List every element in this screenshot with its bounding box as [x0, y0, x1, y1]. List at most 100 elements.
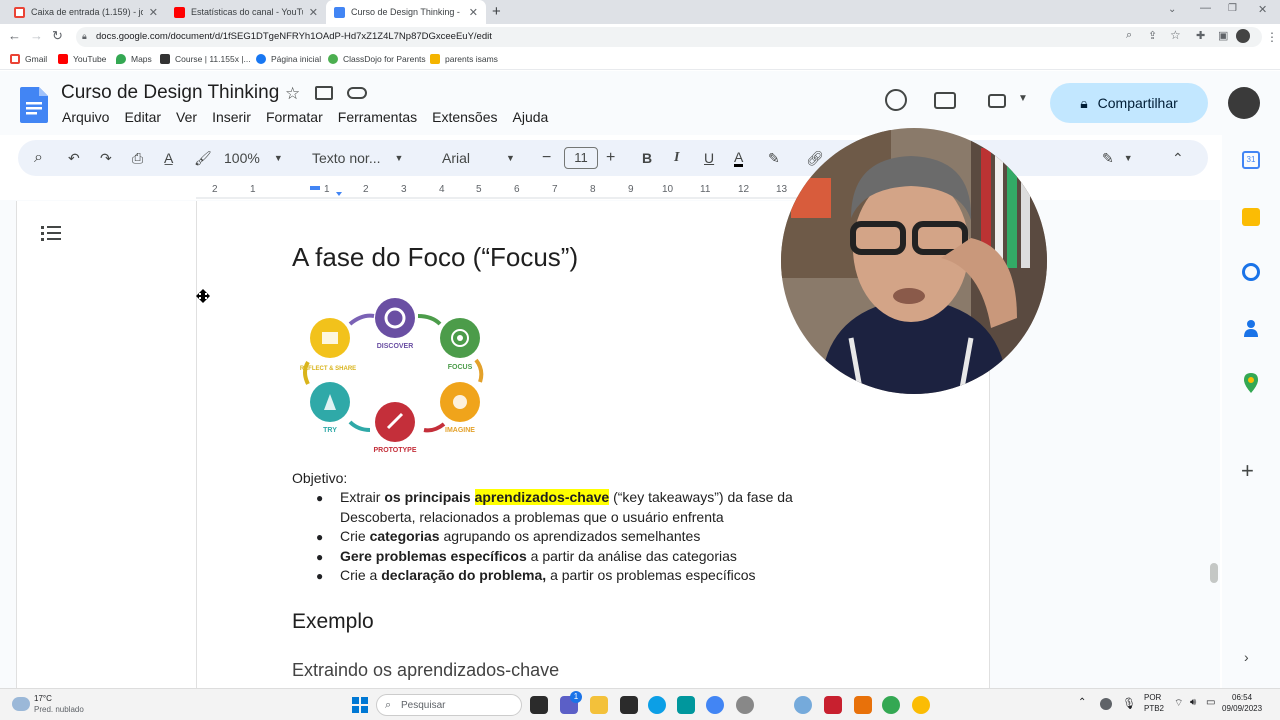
bullet-4[interactable]: Crie a declaração do problema, a partir …: [340, 567, 756, 583]
chrome-icon[interactable]: [706, 696, 724, 714]
expand-panel-icon[interactable]: ›: [1244, 649, 1249, 665]
new-tab-icon[interactable]: +: [492, 3, 501, 20]
arduino-icon[interactable]: [677, 696, 695, 714]
spellcheck-icon[interactable]: A̲: [164, 140, 173, 176]
bookmark-gmail[interactable]: Gmail: [10, 54, 47, 64]
taskbar-search-input[interactable]: ⌕ Pesquisar: [376, 694, 522, 716]
tab-docs[interactable]: Curso de Design Thinking - Docs ✕: [326, 0, 486, 24]
version-history-icon[interactable]: [885, 89, 907, 111]
bookmark-classdojo[interactable]: ClassDojo for Parents: [328, 54, 426, 64]
menu-ajuda[interactable]: Ajuda: [513, 109, 549, 125]
menu-editar[interactable]: Editar: [124, 109, 161, 125]
zoom-select[interactable]: 100% ▼: [224, 140, 283, 176]
move-folder-icon[interactable]: [315, 86, 333, 100]
calendar-icon[interactable]: 31: [1242, 151, 1260, 169]
forward-icon[interactable]: →: [30, 28, 43, 43]
extensions-icon[interactable]: ✚: [1196, 29, 1205, 42]
r-app-icon[interactable]: [794, 696, 812, 714]
menu-arquivo[interactable]: Arquivo: [62, 109, 109, 125]
increase-font-size-icon[interactable]: +: [606, 140, 615, 176]
meet-dropdown-icon[interactable]: ▼: [1018, 93, 1028, 104]
menu-formatar[interactable]: Formatar: [266, 109, 323, 125]
paint-format-icon[interactable]: 🖌︎: [194, 140, 212, 176]
underline-icon[interactable]: U: [704, 140, 714, 176]
reload-icon[interactable]: ↻: [52, 28, 63, 44]
font-select[interactable]: Arial ▼: [442, 140, 515, 176]
print-icon[interactable]: ⎙: [132, 140, 143, 176]
comments-icon[interactable]: [934, 92, 956, 109]
close-window-icon[interactable]: ✕: [1258, 3, 1267, 16]
bullet-1-line-1[interactable]: Extrair os principais aprendizados-chave…: [340, 489, 793, 505]
design-thinking-cycle-diagram[interactable]: DISCOVER FOCUS IMAGINE PROTOTYPE TRY REF…: [298, 294, 490, 460]
more-options-icon[interactable]: ⋮: [1266, 30, 1278, 44]
clock-date[interactable]: 09/09/2023: [1222, 704, 1262, 713]
bold-icon[interactable]: B: [642, 140, 652, 176]
highlight-color-icon[interactable]: ✎: [768, 140, 780, 176]
decrease-font-size-icon[interactable]: −: [542, 140, 551, 176]
language-indicator[interactable]: POR: [1144, 693, 1161, 702]
font-size-input[interactable]: 11: [564, 140, 598, 176]
maximize-icon[interactable]: ❐: [1228, 3, 1237, 14]
undo-icon[interactable]: ↶: [68, 140, 80, 176]
outline-icon[interactable]: [41, 225, 63, 248]
tasks-icon[interactable]: [1242, 263, 1260, 281]
docs-logo-icon[interactable]: [20, 87, 48, 123]
keyboard-layout[interactable]: PTB2: [1144, 704, 1164, 713]
drag-handle-icon[interactable]: [196, 289, 210, 303]
search-menus-icon[interactable]: ⌕: [34, 140, 43, 176]
address-bar[interactable]: 🔒︎ docs.google.com/document/d/1fSEG1DTge…: [76, 27, 1262, 47]
app-icon[interactable]: [824, 696, 842, 714]
weather-icon[interactable]: [12, 697, 30, 711]
settings-icon[interactable]: [736, 696, 754, 714]
chrome-profile-icon[interactable]: [882, 696, 900, 714]
file-explorer-icon[interactable]: [590, 696, 608, 714]
add-addon-icon[interactable]: +: [1241, 458, 1254, 484]
vpn-icon[interactable]: [1100, 698, 1112, 710]
windows-start-icon[interactable]: [352, 697, 368, 713]
tab-gmail[interactable]: Caixa de entrada (1.159) - joaoal... ✕: [6, 0, 166, 24]
italic-icon[interactable]: I: [674, 140, 679, 176]
star-icon[interactable]: ☆: [285, 84, 300, 104]
show-hidden-icons[interactable]: ⌃: [1078, 697, 1086, 708]
profile-avatar[interactable]: [1236, 29, 1250, 43]
close-tab-icon[interactable]: ✕: [149, 6, 158, 19]
menu-ver[interactable]: Ver: [176, 109, 197, 125]
menu-inserir[interactable]: Inserir: [212, 109, 251, 125]
close-tab-icon[interactable]: ✕: [469, 6, 478, 19]
edge-icon[interactable]: [648, 696, 666, 714]
share-page-icon[interactable]: ⇪: [1148, 29, 1157, 42]
cloud-status-icon[interactable]: [347, 87, 367, 99]
editing-mode-icon[interactable]: ✎ ▼: [1102, 140, 1133, 176]
subheading-extracting[interactable]: Extraindo os aprendizados-chave: [292, 660, 559, 681]
heading-focus-phase[interactable]: A fase do Foco (“Focus”): [292, 242, 578, 273]
document-title[interactable]: Curso de Design Thinking: [61, 82, 279, 104]
microphone-icon[interactable]: 🎙︎: [1122, 697, 1136, 710]
zoom-icon[interactable]: ⌕: [1126, 29, 1132, 42]
tab-search-icon[interactable]: ⌄: [1168, 4, 1176, 15]
bookmark-isams[interactable]: parents isams: [430, 54, 498, 64]
bookmark-home[interactable]: Página inicial: [256, 54, 321, 64]
bullet-3[interactable]: Gere problemas específicos a partir da a…: [340, 548, 737, 564]
close-tab-icon[interactable]: ✕: [309, 6, 318, 19]
paragraph-style-select[interactable]: Texto nor... ▼: [312, 140, 403, 176]
contacts-icon[interactable]: [1244, 319, 1258, 337]
back-icon[interactable]: ←: [8, 28, 21, 43]
bookmark-course[interactable]: Course | 11.155x |...: [160, 54, 251, 64]
clock-time[interactable]: 06:54: [1232, 693, 1252, 702]
menu-ferramentas[interactable]: Ferramentas: [338, 109, 417, 125]
wifi-icon[interactable]: ⌔: [1174, 697, 1183, 710]
minimize-icon[interactable]: —: [1200, 2, 1211, 14]
tab-youtube[interactable]: Estatísticas do canal - YouTube St... ✕: [166, 0, 326, 24]
user-avatar[interactable]: [1228, 87, 1260, 119]
text-color-icon[interactable]: A: [734, 140, 744, 176]
share-button[interactable]: 🔒︎ Compartilhar: [1050, 83, 1208, 123]
meet-icon[interactable]: [988, 94, 1006, 108]
weather-temp[interactable]: 17°C: [34, 694, 52, 703]
objective-label[interactable]: Objetivo:: [292, 470, 347, 486]
bullet-1-line-2[interactable]: Descoberta, relacionados a problemas que…: [340, 509, 724, 525]
side-panel-icon[interactable]: ▣: [1218, 29, 1228, 42]
app-icon[interactable]: [854, 696, 872, 714]
keep-icon[interactable]: [1242, 208, 1260, 226]
volume-icon[interactable]: 🔊︎: [1190, 697, 1196, 708]
chrome-profile-icon[interactable]: [912, 696, 930, 714]
